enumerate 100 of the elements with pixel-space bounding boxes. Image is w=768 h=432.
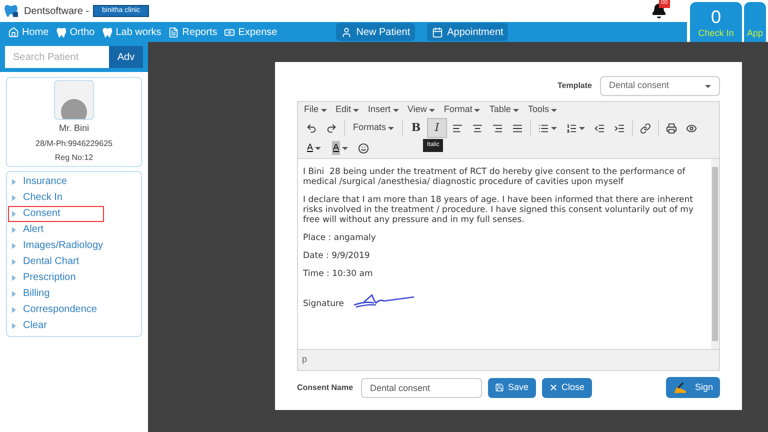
signature-drawing [352,293,416,309]
caret-icon [353,108,360,112]
counter-tab[interactable]: 0 Check In [690,2,742,42]
caret-icon [12,210,16,216]
consent-paragraph: Place : angamaly [303,233,377,243]
consent-paragraph: Date : 9/9/2019 [303,251,371,261]
caret-icon [315,146,322,150]
caret-icon [342,146,348,150]
editor-menu[interactable]: Table [489,103,519,117]
nav-link[interactable]: Reports [168,24,218,40]
banknote-icon [224,26,236,38]
italic-button[interactable]: I [427,118,448,138]
bullet-list-icon [538,122,550,134]
align-left-icon [452,122,464,134]
notification-bell-icon[interactable] [650,3,667,19]
editor-menu[interactable]: View [408,103,435,117]
caret-icon [12,290,16,296]
text-color-button[interactable]: A [302,138,326,158]
template-dropdown[interactable]: Dental consent [600,76,720,96]
close-icon [548,383,558,392]
search-patient-field[interactable]: Search Patient [5,46,109,68]
patient-reg-number: Reg No:12 [54,152,94,164]
patient-menu-item[interactable]: Check In [8,190,140,206]
counter-label: App [746,26,763,40]
document-icon [168,26,180,38]
patient-menu-item[interactable]: Clear [8,318,140,334]
consent-paragraph: Time : 10:30 am [303,269,374,279]
caret-icon [12,306,16,312]
nav-button[interactable]: Appointment [427,23,508,41]
indent-icon [614,122,626,134]
patient-menu-item[interactable]: Consent [8,206,104,222]
caret-icon [12,194,16,200]
advanced-search-button[interactable]: Adv [109,46,143,68]
background-color-button[interactable]: A [327,138,354,158]
link-icon [640,122,652,134]
consent-paragraph: I declare that I am more than 18 years of age. I have been informed that there are inherent risks involved in the treatment / procedure. I have signed this consent voluntarily out of my free will without any pressure and in my full senses. [303,195,694,225]
caret-icon [12,226,16,232]
patient-menu-item[interactable]: Images/Radiology [8,238,140,254]
patient-info: 28/M-Ph:9946229625 [36,138,112,150]
signature-label: Signature [303,299,344,309]
template-label: Template [557,80,592,92]
align-justify-icon [512,122,524,134]
counter-value: 0 [710,6,721,26]
close-button[interactable]: Close [542,378,592,398]
align-right-icon [492,122,504,134]
consent-name-label: Consent Name [297,382,354,394]
editor-menu[interactable]: Insert [368,103,399,117]
logo-icon [4,4,20,18]
counter-label: Check In [698,26,734,40]
eye-icon [686,122,698,134]
patient-name: Mr. Bini [58,122,89,135]
numbered-list-icon [566,122,578,134]
nav-link[interactable]: Expense [224,24,278,40]
nav-button[interactable]: New Patient [336,23,416,41]
avatar-placeholder [54,80,94,120]
caret-icon [705,84,711,88]
editor-menu[interactable]: Tools [528,103,557,117]
patient-menu-item[interactable]: Prescription [8,270,140,286]
editor-menu[interactable]: File [304,103,327,117]
caret-icon [550,108,557,112]
undo-icon [306,122,317,134]
align-center-icon [472,122,484,134]
patient-menu-item[interactable]: Dental Chart [8,254,140,270]
caret-icon [392,108,399,112]
tooth-icon [56,26,67,38]
home-icon [8,26,19,38]
editor-menu[interactable]: Format [444,103,480,117]
printer-icon [666,122,678,134]
caret-icon [12,322,16,328]
user-icon [341,26,352,38]
nav-link[interactable]: Home [8,24,49,40]
save-button[interactable]: Save [488,378,536,398]
editor-menu[interactable]: Edit [336,103,360,117]
bold-button[interactable]: B [406,118,426,138]
nav-link[interactable]: Lab works [102,24,162,40]
sign-button[interactable]: Sign [666,377,720,398]
counter-tab[interactable]: App [744,2,766,42]
patient-menu-item[interactable]: Alert [8,222,140,238]
app-name: Dentsoftware - [24,4,90,18]
outdent-icon [594,122,606,134]
consent-paragraph: I Bini 28 being under the treatment of RCT do hereby give consent to the performance of medical /surgical /anesthesia/ diagnostic procedure of cavities upon myself [303,167,686,187]
caret-icon [428,108,435,112]
pen-icon [672,382,687,394]
element-path: p [302,353,308,366]
smiley-icon [358,142,370,154]
caret-icon [579,126,586,130]
consent-name-field[interactable]: Dental consent [361,378,482,398]
redo-icon [326,122,337,134]
caret-icon [474,108,480,112]
formats-dropdown[interactable]: Formats [348,118,400,138]
caret-icon [388,126,394,130]
patient-menu-item[interactable]: Correspondence [8,302,140,318]
caret-icon [12,178,16,184]
patient-menu-item[interactable]: Billing [8,286,140,302]
caret-icon [320,108,327,112]
nav-link[interactable]: Ortho [56,24,95,40]
patient-menu-item[interactable]: Insurance [8,174,140,190]
caret-icon [12,274,16,280]
caret-icon [12,258,16,264]
caret-icon [512,108,519,112]
